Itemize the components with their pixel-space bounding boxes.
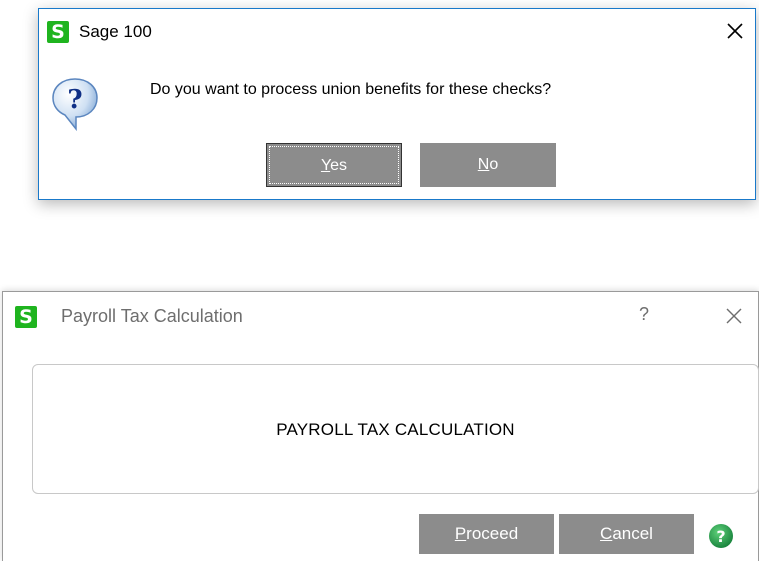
sage-logo-icon: S [47, 21, 69, 43]
dialog-titlebar[interactable]: S Sage 100 [39, 9, 755, 49]
cancel-button-label: ancel [612, 524, 653, 543]
no-button-mnemonic: N [477, 156, 490, 173]
no-button[interactable]: No [420, 143, 556, 187]
dialog-title: Sage 100 [79, 22, 152, 41]
yes-button[interactable]: Yes [266, 143, 402, 187]
dialog-message: Do you want to process union benefits fo… [150, 81, 552, 98]
no-button-label: o [489, 156, 499, 173]
proceed-button-label: roceed [466, 524, 519, 543]
sage-confirm-dialog: S Sage 100 ? Do you want to process unio… [38, 8, 756, 200]
cancel-button-mnemonic: C [600, 524, 613, 543]
sage-logo-icon: S [15, 306, 37, 328]
svg-text:?: ? [67, 85, 82, 115]
help-circle-icon[interactable]: ? [708, 523, 734, 549]
proceed-button[interactable]: Proceed [419, 514, 554, 554]
yes-button-mnemonic: Y [320, 157, 331, 174]
proceed-button-mnemonic: P [454, 524, 467, 543]
heading-panel: PAYROLL TAX CALCULATION [32, 364, 759, 494]
yes-button-label: es [330, 157, 348, 174]
screen: S Sage 100 ? Do you want to process unio… [0, 0, 759, 561]
window-title: Payroll Tax Calculation [61, 306, 243, 326]
payroll-tax-calculation-window: S Payroll Tax Calculation ? PAYROLL TAX … [2, 291, 759, 561]
help-button[interactable]: ? [639, 304, 649, 325]
question-icon: ? [52, 78, 98, 132]
svg-text:?: ? [716, 527, 725, 546]
close-icon[interactable] [722, 304, 746, 328]
close-icon[interactable] [723, 19, 747, 43]
cancel-button[interactable]: Cancel [559, 514, 694, 554]
panel-heading: PAYROLL TAX CALCULATION [276, 420, 515, 439]
